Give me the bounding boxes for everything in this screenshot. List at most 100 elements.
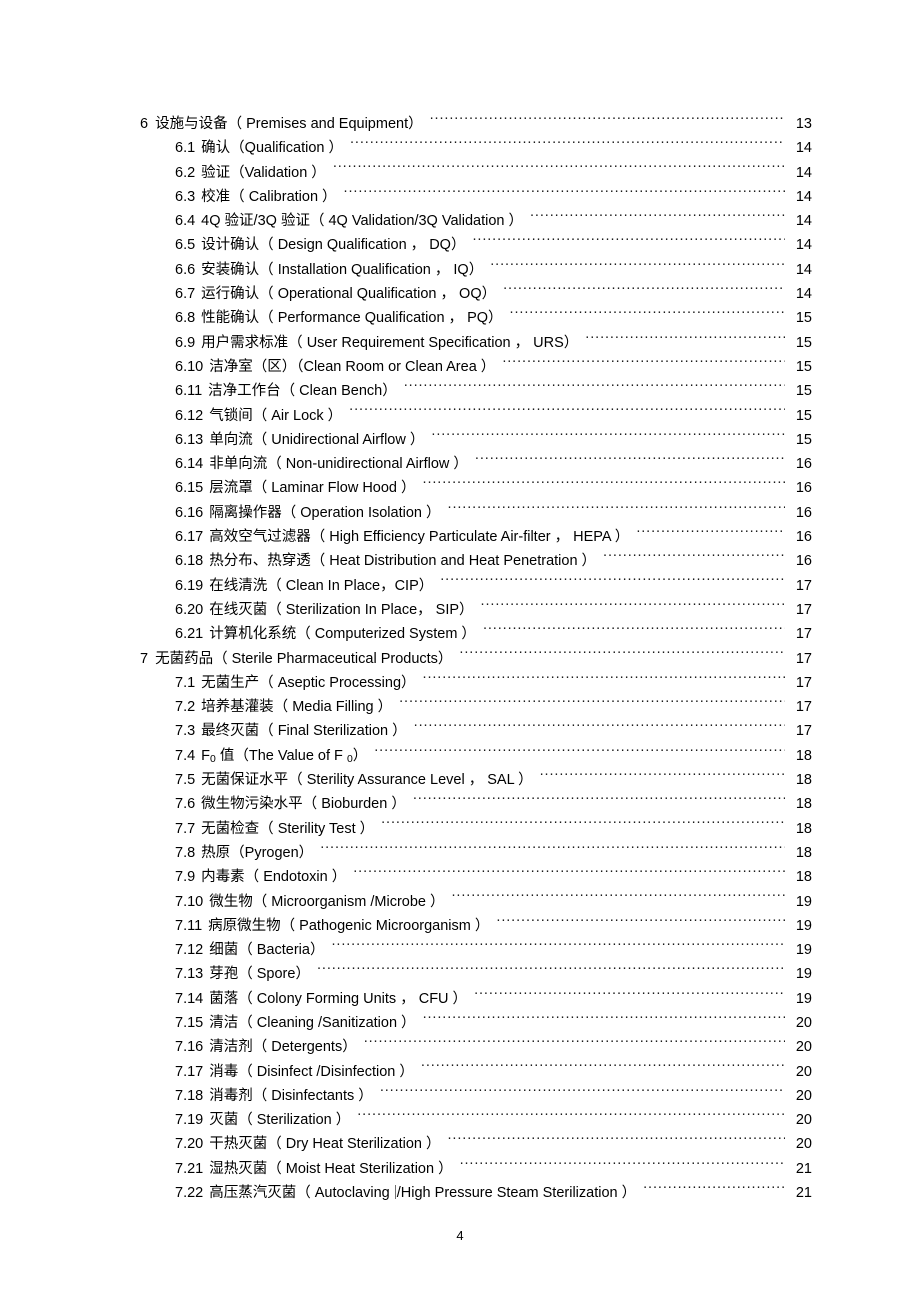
toc-entry-page[interactable]: 17 — [790, 719, 812, 743]
toc-entry[interactable]: 7.17 消毒（ Disinfect /Disinfection ） 20 — [140, 1060, 812, 1084]
toc-entry[interactable]: 7.20 干热灭菌（ Dry Heat Sterilization ） 20 — [140, 1132, 812, 1156]
toc-entry[interactable]: 6.17 高效空气过滤器（ High Efficiency Particulate… — [140, 525, 812, 549]
toc-entry[interactable]: 7.9 内毒素（ Endotoxin ） 18 — [140, 865, 812, 889]
toc-entry-page[interactable]: 19 — [790, 987, 812, 1011]
toc-entry[interactable]: 6.18 热分布、热穿透（ Heat Distribution and Heat … — [140, 549, 812, 573]
toc-entry-page[interactable]: 15 — [790, 306, 812, 330]
toc-entry[interactable]: 7.12 细菌（ Bacteria） 19 — [140, 938, 812, 962]
toc-entry-page[interactable]: 20 — [790, 1011, 812, 1035]
toc-entry-page[interactable]: 16 — [790, 476, 812, 500]
toc-entry[interactable]: 7.1 无菌生产（ Aseptic Processing） 17 — [140, 671, 812, 695]
toc-entry[interactable]: 7.21 湿热灭菌（ Moist Heat Sterilization ） 21 — [140, 1157, 812, 1181]
toc-entry-page[interactable]: 21 — [790, 1181, 812, 1205]
toc-entry[interactable]: 7.14 菌落（ Colony Forming Units ， CFU ） 19 — [140, 987, 812, 1011]
toc-entry-title: 运行确认（ Operational Qualification ， OQ） — [201, 286, 497, 303]
toc-entry[interactable]: 7.16 清洁剂（ Detergents） 20 — [140, 1035, 812, 1059]
toc-entry[interactable]: 6.6 安装确认（ Installation Qualification ， IQ… — [140, 258, 812, 282]
toc-entry[interactable]: 7.15 清洁（ Cleaning /Sanitization ） 20 — [140, 1011, 812, 1035]
toc-entry[interactable]: 7.22 高压蒸汽灭菌（ Autoclaving /High Pressure S… — [140, 1181, 812, 1205]
toc-entry-title: 单向流（ Unidirectional Airflow ） — [209, 431, 425, 448]
toc-entry-page[interactable]: 15 — [790, 428, 812, 452]
toc-entry-page[interactable]: 19 — [790, 890, 812, 914]
toc-entry-page[interactable]: 20 — [790, 1060, 812, 1084]
toc-entry[interactable]: 6.19 在线清洗（ Clean In Place，CIP） 17 — [140, 574, 812, 598]
toc-entry[interactable]: 6.15 层流罩（ Laminar Flow Hood ） 16 — [140, 476, 812, 500]
toc-entry[interactable]: 6.12 气锁间（ Air Lock ） 15 — [140, 404, 812, 428]
toc-entry-page[interactable]: 14 — [790, 282, 812, 306]
toc-entry-page[interactable]: 18 — [790, 792, 812, 816]
toc-entry-page[interactable]: 16 — [790, 501, 812, 525]
toc-entry[interactable]: 6.5 设计确认（ Design Qualification ， DQ） 14 — [140, 233, 812, 257]
toc-entry-page[interactable]: 16 — [790, 549, 812, 573]
toc-entry-page[interactable]: 14 — [790, 136, 812, 160]
toc-entry[interactable]: 6.10 洁净室（区）（Clean Room or Clean Area ） 15 — [140, 355, 812, 379]
toc-entry[interactable]: 6.8 性能确认（ Performance Qualification ， PQ）… — [140, 306, 812, 330]
toc-entry[interactable]: 7.19 灭菌（ Sterilization ） 20 — [140, 1108, 812, 1132]
toc-entry-page[interactable]: 14 — [790, 161, 812, 185]
toc-entry[interactable]: 7.5 无菌保证水平（ Sterility Assurance Level ， S… — [140, 768, 812, 792]
toc-leader-dots — [459, 648, 785, 663]
toc-entry[interactable]: 6.1 确认（Qualification ） 14 — [140, 136, 812, 160]
toc-entry-page[interactable]: 17 — [790, 622, 812, 646]
toc-entry-page[interactable]: 13 — [790, 112, 812, 136]
toc-entry-page[interactable]: 20 — [790, 1084, 812, 1108]
toc-entry-page[interactable]: 20 — [790, 1108, 812, 1132]
toc-entry-title: 内毒素（ Endotoxin ） — [201, 869, 347, 886]
toc-entry[interactable]: 6.16 隔离操作器（ Operation Isolation ） 16 — [140, 501, 812, 525]
toc-entry[interactable]: 6 设施与设备（ Premises and Equipment） 13 — [140, 112, 812, 136]
toc-entry-page[interactable]: 15 — [790, 331, 812, 355]
toc-entry-page[interactable]: 17 — [790, 647, 812, 671]
toc-entry-page[interactable]: 19 — [790, 962, 812, 986]
toc-entry-page[interactable]: 14 — [790, 209, 812, 233]
toc-entry[interactable]: 6.9 用户需求标准（ User Requirement Specificatio… — [140, 331, 812, 355]
toc-entry-page[interactable]: 20 — [790, 1132, 812, 1156]
toc-entry-page[interactable]: 19 — [790, 914, 812, 938]
toc-entry[interactable]: 7.18 消毒剂（ Disinfectants ） 20 — [140, 1084, 812, 1108]
toc-entry-number: 7.2 — [175, 699, 196, 716]
toc-entry-page[interactable]: 15 — [790, 404, 812, 428]
toc-entry-page[interactable]: 15 — [790, 355, 812, 379]
toc-entry[interactable]: 6.14 非单向流（ Non-unidirectional Airflow ） 16 — [140, 452, 812, 476]
toc-entry-page[interactable]: 18 — [790, 817, 812, 841]
toc-entry[interactable]: 6.20 在线灭菌（ Sterilization In Place， SIP） 17 — [140, 598, 812, 622]
toc-entry[interactable]: 6.13 单向流（ Unidirectional Airflow ） 15 — [140, 428, 812, 452]
toc-entry-title: 细菌（ Bacteria） — [209, 942, 325, 959]
toc-entry-page[interactable]: 20 — [790, 1035, 812, 1059]
toc-entry[interactable]: 7.7 无菌检查（ Sterility Test ） 18 — [140, 817, 812, 841]
toc-entry[interactable]: 7.11 病原微生物（ Pathogenic Microorganism ） 19 — [140, 914, 812, 938]
toc-entry[interactable]: 7.4 F0 值（The Value of F 0） 18 — [140, 744, 812, 768]
toc-entry[interactable]: 6.3 校准（ Calibration ） 14 — [140, 185, 812, 209]
toc-entry-title: 无菌药品（ Sterile Pharmaceutical Products） — [155, 650, 453, 667]
toc-entry[interactable]: 6.2 验证（Validation ） 14 — [140, 161, 812, 185]
toc-entry-page[interactable]: 17 — [790, 671, 812, 695]
toc-entry-number: 6.1 — [175, 140, 196, 157]
toc-entry-page[interactable]: 18 — [790, 841, 812, 865]
toc-entry-page[interactable]: 17 — [790, 695, 812, 719]
toc-entry[interactable]: 7.13 芽孢（ Spore） 19 — [140, 962, 812, 986]
toc-entry-page[interactable]: 17 — [790, 598, 812, 622]
toc-entry[interactable]: 6.4 4Q 验证/3Q 验证（ 4Q Validation/3Q Validat… — [140, 209, 812, 233]
toc-entry-page[interactable]: 15 — [790, 379, 812, 403]
toc-entry-page[interactable]: 17 — [790, 574, 812, 598]
toc-entry-page[interactable]: 14 — [790, 233, 812, 257]
toc-entry-page[interactable]: 18 — [790, 768, 812, 792]
toc-leader-dots — [423, 672, 785, 687]
toc-entry[interactable]: 6.11 洁净工作台（ Clean Bench） 15 — [140, 379, 812, 403]
toc-entry[interactable]: 7.10 微生物（ Microorganism /Microbe ） 19 — [140, 890, 812, 914]
toc-entry-page[interactable]: 18 — [790, 744, 812, 768]
toc-entry[interactable]: 6.21 计算机化系统（ Computerized System ） 17 — [140, 622, 812, 646]
toc-entry[interactable]: 6.7 运行确认（ Operational Qualification ， OQ）… — [140, 282, 812, 306]
toc-entry[interactable]: 7.3 最终灭菌（ Final Sterilization ） 17 — [140, 719, 812, 743]
toc-leader-dots — [474, 988, 785, 1003]
toc-entry-page[interactable]: 18 — [790, 865, 812, 889]
toc-entry-page[interactable]: 14 — [790, 185, 812, 209]
toc-entry[interactable]: 7 无菌药品（ Sterile Pharmaceutical Products） 1… — [140, 647, 812, 671]
toc-entry-page[interactable]: 16 — [790, 525, 812, 549]
toc-entry[interactable]: 7.8 热原（Pyrogen） 18 — [140, 841, 812, 865]
toc-entry-page[interactable]: 14 — [790, 258, 812, 282]
toc-entry[interactable]: 7.6 微生物污染水平（ Bioburden ） 18 — [140, 792, 812, 816]
toc-entry-page[interactable]: 16 — [790, 452, 812, 476]
toc-entry-page[interactable]: 21 — [790, 1157, 812, 1181]
toc-entry-page[interactable]: 19 — [790, 938, 812, 962]
toc-entry[interactable]: 7.2 培养基灌装（ Media Filling ） 17 — [140, 695, 812, 719]
